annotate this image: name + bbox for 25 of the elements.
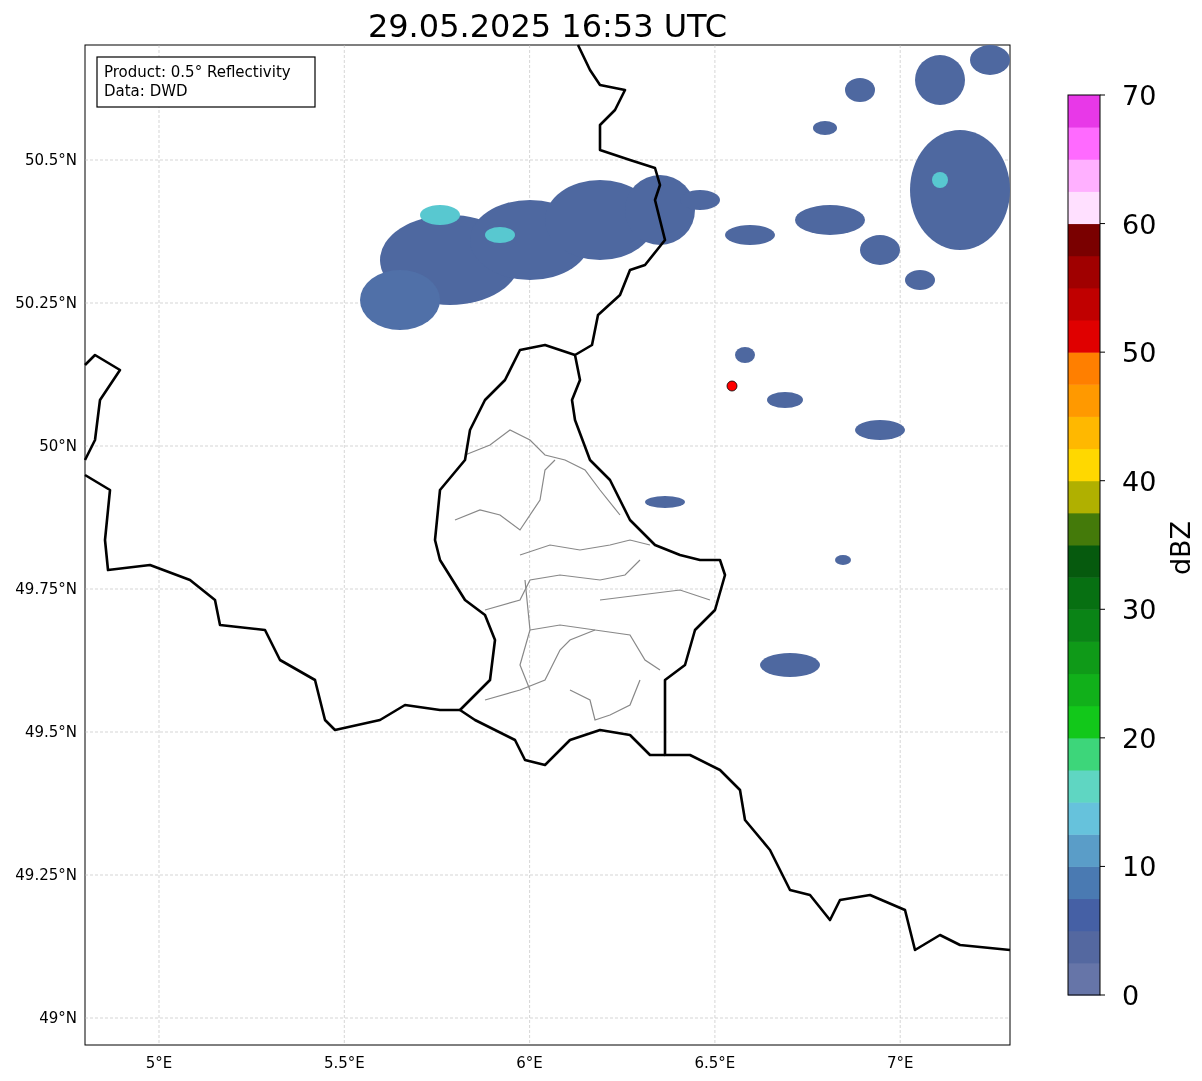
colorbar-tick-label: 20 xyxy=(1122,722,1157,754)
colorbar-tick-label: 30 xyxy=(1122,594,1157,626)
chart-title: 29.05.2025 16:53 UTC xyxy=(367,7,728,45)
longitude-label: 5.5°E xyxy=(323,1054,365,1072)
latitude-label: 49.75°N xyxy=(15,580,77,598)
longitude-label: 7°E xyxy=(886,1054,914,1072)
latitude-label: 50.5°N xyxy=(24,151,77,169)
info-text: Product: 0.5° Reflectivity xyxy=(104,63,291,81)
colorbar-tick-label: 60 xyxy=(1122,208,1157,240)
longitude-label: 6°E xyxy=(516,1054,543,1072)
latitude-label: 49°N xyxy=(39,1009,77,1027)
info-text: Data: DWD xyxy=(104,82,188,100)
colorbar-tick-label: 70 xyxy=(1122,80,1157,111)
colorbar-tick-label: 40 xyxy=(1122,465,1157,497)
longitude-label: 6.5°E xyxy=(694,1054,736,1072)
radar-site-marker xyxy=(726,380,738,392)
latitude-label: 50°N xyxy=(39,437,77,455)
longitude-label: 5°E xyxy=(145,1054,173,1072)
latitude-label: 49.5°N xyxy=(24,723,77,741)
colorbar-tick-label: 50 xyxy=(1122,337,1157,369)
latitude-label: 50.25°N xyxy=(15,294,77,312)
colorbar-tick-label: 0 xyxy=(1122,980,1140,1011)
latitude-label: 49.25°N xyxy=(15,866,77,884)
colorbar-label: dBZ xyxy=(1165,520,1196,576)
colorbar-tick-label: 10 xyxy=(1122,851,1157,883)
